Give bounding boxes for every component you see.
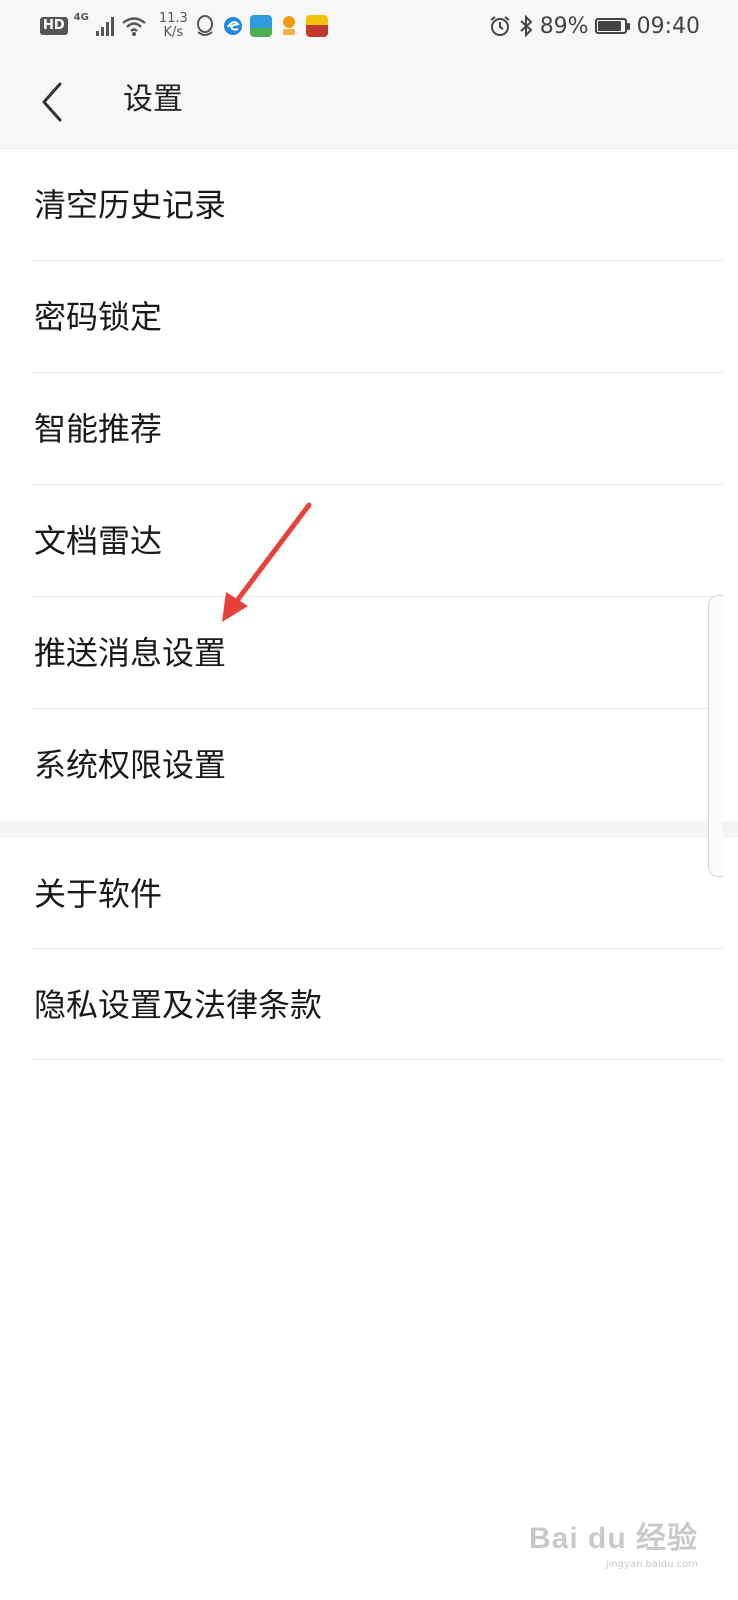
- speed-unit: K/s: [163, 25, 184, 40]
- status-bar: HD 4G 11.3 K/s 89% 09:40: [0, 0, 738, 52]
- divider: [32, 1059, 723, 1060]
- browser-app-icon: [223, 17, 242, 35]
- setting-password-lock[interactable]: 密码锁定: [0, 261, 738, 373]
- watermark-url: jingyan.baidu.com: [605, 1559, 698, 1570]
- setting-label: 推送消息设置: [34, 634, 227, 672]
- setting-privacy-legal[interactable]: 隐私设置及法律条款: [0, 949, 738, 1060]
- setting-about-software[interactable]: 关于软件: [0, 838, 738, 949]
- setting-label: 隐私设置及法律条款: [34, 986, 323, 1024]
- settings-list: 清空历史记录 密码锁定 智能推荐 文档雷达 推送消息设置 系统权限设置 关于软件: [0, 149, 738, 1060]
- network-speed: 11.3 K/s: [159, 12, 188, 40]
- setting-label: 文档雷达: [34, 522, 163, 560]
- game-app-icon: [305, 15, 328, 37]
- setting-label: 密码锁定: [34, 298, 163, 336]
- watermark-logo: Bai du 经验: [528, 1522, 698, 1555]
- signal-icon: [95, 17, 114, 36]
- settings-group-about: 关于软件 隐私设置及法律条款: [0, 838, 738, 1060]
- battery-level-fill: [597, 21, 621, 31]
- hd-badge: HD: [40, 17, 68, 35]
- mascot-app-icon: [282, 16, 295, 35]
- status-bar-right: 89% 09:40: [488, 10, 700, 42]
- page-title: 设置: [123, 82, 183, 117]
- settings-group-general: 清空历史记录 密码锁定 智能推荐 文档雷达 推送消息设置 系统权限设置: [0, 149, 738, 821]
- setting-label: 清空历史记录: [34, 186, 227, 224]
- setting-clear-history[interactable]: 清空历史记录: [0, 149, 738, 261]
- edge-panel-handle[interactable]: [708, 595, 723, 877]
- app-bar: 设置: [0, 52, 738, 149]
- setting-document-radar[interactable]: 文档雷达: [0, 485, 738, 597]
- battery-percent: 89%: [539, 13, 589, 39]
- battery-icon: [594, 18, 630, 34]
- setting-label: 智能推荐: [34, 410, 163, 448]
- group-separator: [0, 821, 738, 838]
- wifi-icon: [122, 17, 146, 36]
- mail-app-icon: [249, 15, 272, 37]
- qq-icon: [196, 15, 213, 36]
- setting-push-notifications[interactable]: 推送消息设置: [0, 597, 738, 709]
- setting-smart-recommend[interactable]: 智能推荐: [0, 373, 738, 485]
- alarm-icon: [490, 16, 510, 36]
- bluetooth-icon: [520, 14, 533, 38]
- back-button[interactable]: [30, 74, 86, 130]
- chevron-left-icon: [42, 82, 62, 122]
- status-bar-left: HD 4G 11.3 K/s: [40, 10, 328, 42]
- clock: 09:40: [636, 13, 700, 39]
- baidu-watermark: Bai du 经验 jingyan.baidu.com: [529, 1513, 698, 1570]
- network-type: 4G: [73, 12, 89, 23]
- setting-label: 关于软件: [34, 875, 163, 913]
- speed-value: 11.3: [158, 11, 188, 26]
- setting-label: 系统权限设置: [34, 746, 227, 784]
- setting-system-permissions[interactable]: 系统权限设置: [0, 709, 738, 821]
